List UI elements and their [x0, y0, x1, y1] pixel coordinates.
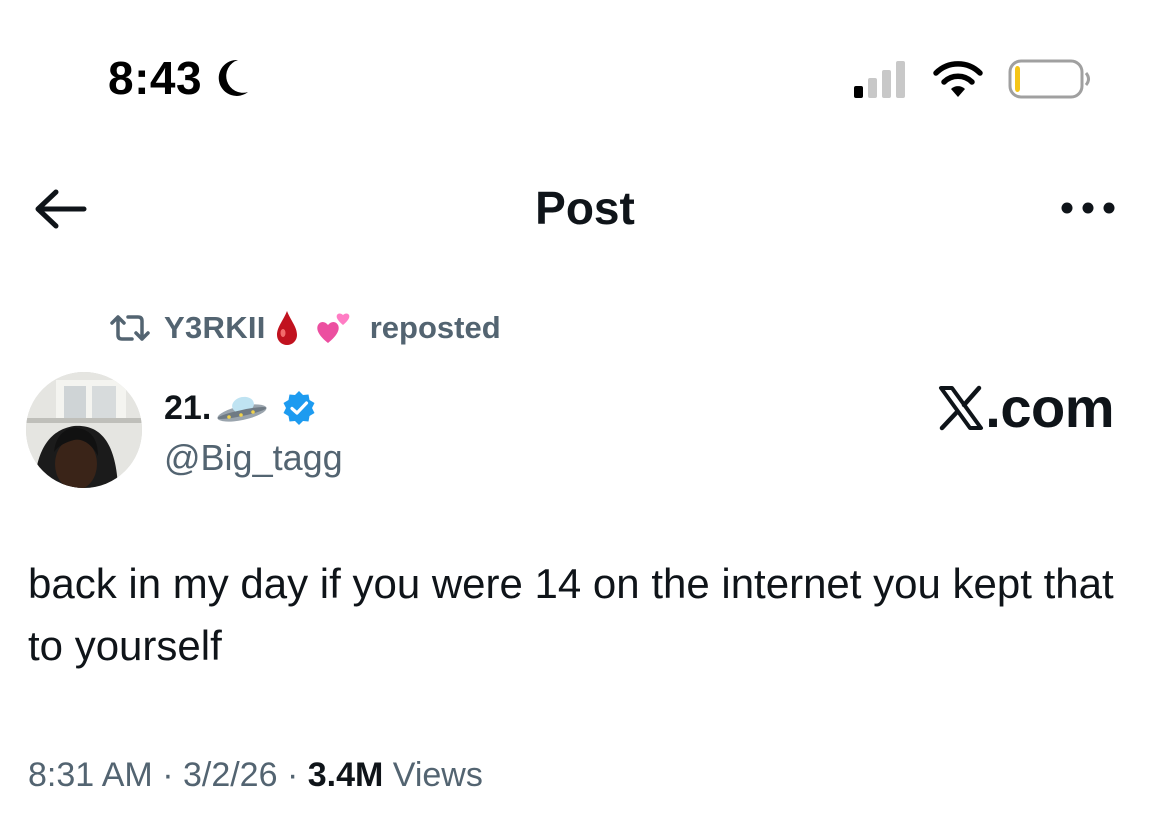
status-time: 8:43	[108, 52, 203, 104]
repost-icon	[110, 315, 150, 341]
author-info[interactable]: 21. @Big_tagg	[164, 384, 343, 480]
status-icons	[852, 58, 1092, 100]
author-display-name[interactable]: 21.	[164, 389, 211, 428]
author-handle[interactable]: @Big_tagg	[164, 436, 343, 480]
signal-icon	[854, 61, 905, 98]
moon-icon	[218, 59, 249, 96]
post-date[interactable]: 3/2/26	[183, 756, 278, 794]
verified-badge-icon[interactable]	[281, 390, 317, 426]
status-time-group: 8:43	[108, 50, 252, 106]
repost-user-name[interactable]: Y3RKII	[164, 310, 266, 346]
nav-header: Post	[0, 170, 1170, 246]
post-metadata: 8:31 AM · 3/2/26 · 3.4M Views	[28, 752, 483, 798]
post-text: back in my day if you were 14 on the int…	[28, 560, 1114, 669]
page-title: Post	[535, 182, 635, 234]
x-com-watermark: .com	[937, 378, 1114, 438]
revolving-hearts-icon	[317, 313, 350, 343]
author-name-row: 21.	[164, 384, 343, 432]
status-bar: 8:43	[0, 0, 1170, 150]
avatar-image	[26, 372, 142, 488]
post-time[interactable]: 8:31 AM	[28, 756, 153, 794]
more-icon[interactable]	[1058, 196, 1118, 220]
wifi-icon	[933, 61, 983, 97]
battery-icon	[1008, 59, 1090, 99]
repost-label: reposted	[369, 310, 501, 345]
views-label[interactable]: Views	[383, 756, 483, 794]
repost-indicator[interactable]: Y3RKII reposted	[108, 306, 501, 350]
meta-separator: ·	[152, 756, 183, 794]
views-count[interactable]: 3.4M	[308, 756, 384, 794]
ufo-icon	[217, 396, 267, 422]
blood-drop-icon	[276, 311, 297, 345]
avatar[interactable]	[26, 372, 142, 488]
meta-separator: ·	[277, 756, 308, 794]
x-com-text: .com	[985, 376, 1114, 439]
x-logo-icon	[939, 385, 984, 431]
